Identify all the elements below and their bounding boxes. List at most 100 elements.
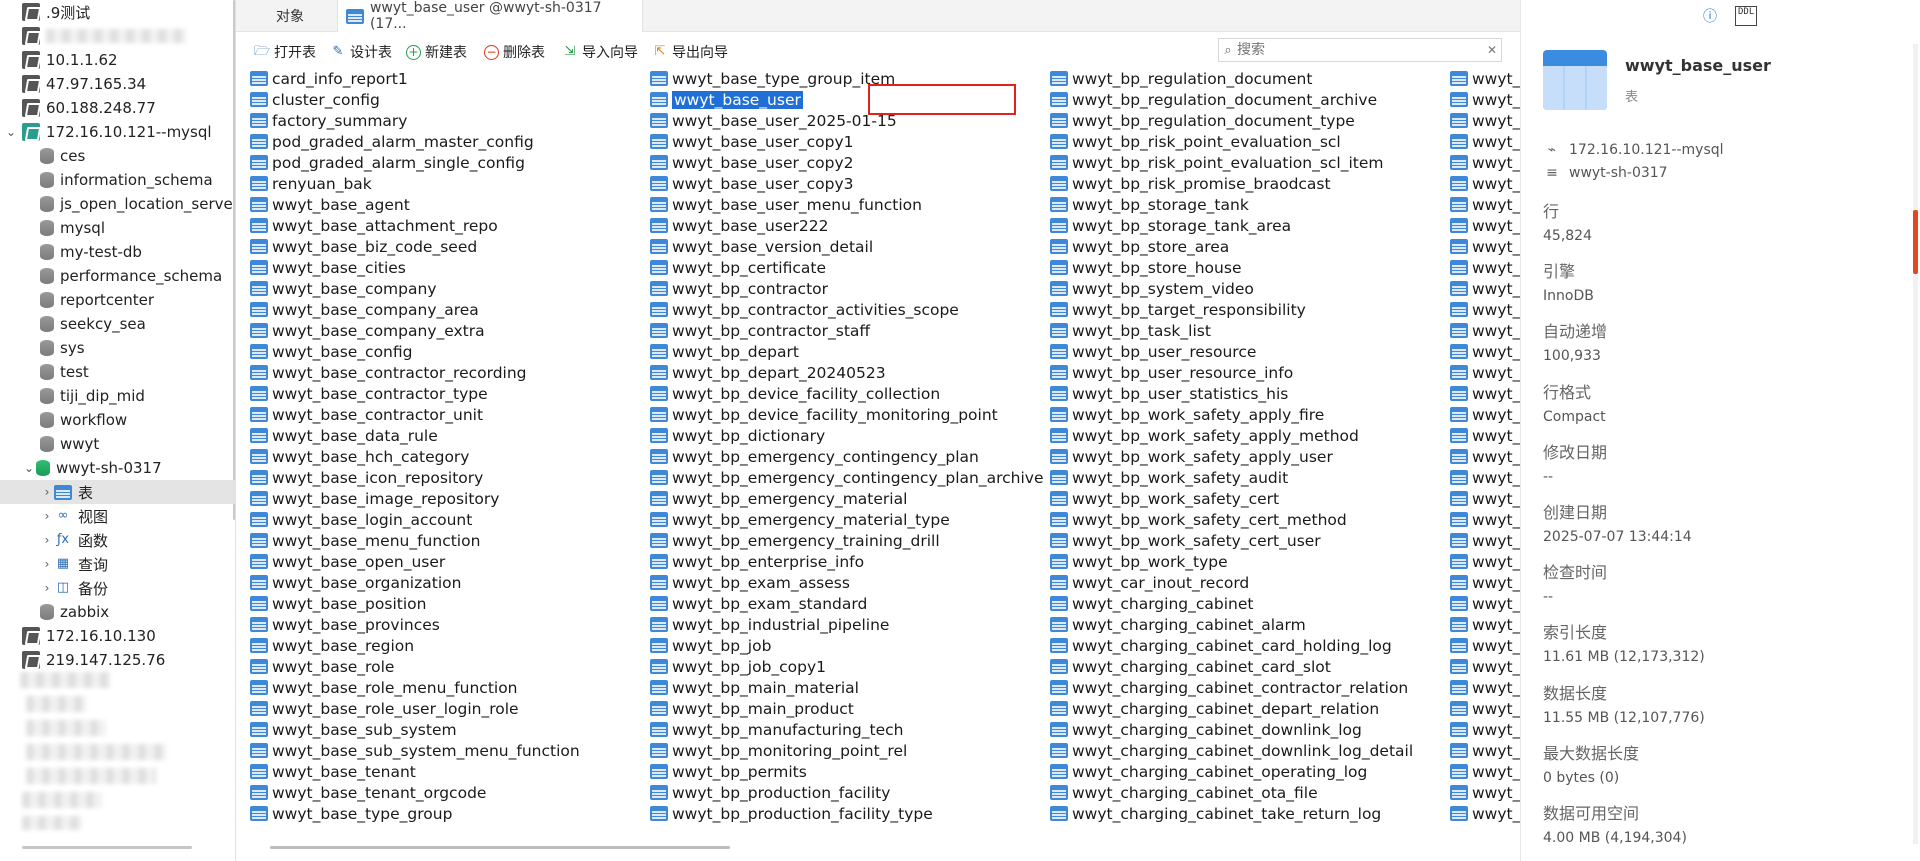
table-item[interactable]: wwyt_base_icon_repository <box>250 467 483 488</box>
table-item[interactable]: wwyt_base_contractor_type <box>250 383 488 404</box>
table-item[interactable]: wwyt_bp_main_material <box>650 677 859 698</box>
table-item[interactable]: wwyt_charging_cabinet <box>1050 593 1253 614</box>
object-group-view[interactable]: › ∞ 视图 <box>0 504 235 528</box>
info-scrollbar[interactable] <box>1913 210 1918 274</box>
table-item[interactable]: renyuan_bak <box>250 173 372 194</box>
table-item[interactable]: wwyt_base_tenant <box>250 761 416 782</box>
table-item[interactable]: wwyt_r <box>1450 341 1520 362</box>
table-item[interactable]: wwyt_base_user <box>650 89 803 110</box>
table-item[interactable]: wwyt_base_role_user_login_role <box>250 698 519 719</box>
table-item[interactable]: wwyt_bp_permits <box>650 761 807 782</box>
search-input[interactable] <box>1237 42 1483 58</box>
table-item[interactable]: wwyt_bp_work_safety_apply_method <box>1050 425 1359 446</box>
table-item[interactable]: wwyt_bp_regulation_document_archive <box>1050 89 1377 110</box>
chevron-right-icon[interactable]: › <box>40 509 54 523</box>
table-item[interactable]: wwyt_r <box>1450 404 1520 425</box>
clear-icon[interactable]: ✕ <box>1483 43 1501 57</box>
table-item[interactable]: wwyt_charging_cabinet_card_slot <box>1050 656 1331 677</box>
table-item[interactable]: wwyt_bp_manufacturing_tech <box>650 719 903 740</box>
object-group-table[interactable]: › 表 <box>0 480 235 504</box>
table-item[interactable]: wwyt_car_inout_record <box>1050 572 1249 593</box>
table-item[interactable]: wwyt_bp_dictionary <box>650 425 825 446</box>
table-item[interactable]: wwyt_base_sub_system <box>250 719 457 740</box>
table-item[interactable]: wwyt_bp_emergency_contingency_plan <box>650 446 979 467</box>
table-item[interactable]: wwyt_c <box>1450 89 1520 110</box>
table-item[interactable]: wwyt_bp_user_statistics_his <box>1050 383 1288 404</box>
table-item[interactable]: wwyt_c <box>1450 68 1520 89</box>
table-item[interactable]: wwyt_r <box>1450 509 1520 530</box>
table-item[interactable]: wwyt_base_company_area <box>250 299 479 320</box>
table-item[interactable]: wwyt_base_user_2025-01-15 <box>650 110 897 131</box>
object-group-function[interactable]: › ƒx 函数 <box>0 528 235 552</box>
table-item[interactable]: wwyt_r <box>1450 299 1520 320</box>
database-item[interactable]: ⌄ wwyt-sh-0317 <box>0 456 235 480</box>
design-table-button[interactable]: ✎ 设计表 <box>330 42 392 62</box>
export-wizard-button[interactable]: ⇱ 导出向导 <box>652 42 728 62</box>
table-item[interactable]: wwyt_base_menu_function <box>250 530 480 551</box>
table-item[interactable]: wwyt_base_type_group <box>250 803 452 824</box>
search-box[interactable]: ⌕ ✕ <box>1218 38 1502 62</box>
table-item[interactable]: wwyt_bp_emergency_training_drill <box>650 530 940 551</box>
table-item[interactable]: wwyt_bp_exam_assess <box>650 572 850 593</box>
table-item[interactable]: wwyt_bp_depart_20240523 <box>650 362 886 383</box>
table-item[interactable]: wwyt_bp_job <box>650 635 771 656</box>
table-item[interactable]: wwyt_r <box>1450 278 1520 299</box>
table-item[interactable]: wwyt_base_agent <box>250 194 410 215</box>
database-item[interactable]: workflow <box>0 408 235 432</box>
table-item[interactable]: wwyt_bp_depart <box>650 341 799 362</box>
table-item[interactable]: wwyt_r <box>1450 383 1520 404</box>
table-item[interactable]: wwyt_bp_work_safety_cert_method <box>1050 509 1347 530</box>
table-item[interactable]: wwyt_p <box>1450 761 1520 782</box>
table-item[interactable]: wwyt_base_contractor_recording <box>250 362 527 383</box>
table-item[interactable]: wwyt_charging_cabinet_card_holding_log <box>1050 635 1392 656</box>
table-item[interactable]: wwyt_p <box>1450 782 1520 803</box>
table-item[interactable]: wwyt_p <box>1450 530 1520 551</box>
table-item[interactable]: wwyt_r <box>1450 257 1520 278</box>
table-item[interactable]: wwyt_bp_user_resource_info <box>1050 362 1293 383</box>
table-item[interactable]: wwyt_r <box>1450 425 1520 446</box>
table-item[interactable]: wwyt_base_cities <box>250 257 406 278</box>
table-item[interactable]: wwyt_charging_cabinet_downlink_log <box>1050 719 1362 740</box>
table-item[interactable]: wwyt_bp_enterprise_info <box>650 551 864 572</box>
table-item[interactable]: wwyt_base_attachment_repo <box>250 215 498 236</box>
table-item[interactable]: wwyt_p <box>1450 698 1520 719</box>
table-item[interactable]: wwyt_bp_storage_tank_area <box>1050 215 1291 236</box>
table-item[interactable]: wwyt_base_version_detail <box>650 236 873 257</box>
table-item[interactable]: wwyt_bp_contractor_staff <box>650 320 870 341</box>
table-item[interactable]: wwyt_r <box>1450 446 1520 467</box>
table-item[interactable]: wwyt_bp_contractor <box>650 278 828 299</box>
table-item[interactable]: wwyt_p <box>1450 593 1520 614</box>
object-group-query[interactable]: › ▦ 查询 <box>0 552 235 576</box>
info-scrollbar-track[interactable] <box>1913 44 1918 844</box>
database-item[interactable]: tiji_dip_mid <box>0 384 235 408</box>
table-item[interactable]: wwyt_charging_cabinet_ota_file <box>1050 782 1318 803</box>
table-item[interactable]: wwyt_p <box>1450 803 1520 824</box>
grid-horizontal-scrollbar[interactable] <box>270 846 730 849</box>
table-item[interactable]: wwyt_bp_emergency_material <box>650 488 907 509</box>
table-item[interactable]: wwyt_p <box>1450 740 1520 761</box>
chevron-right-icon[interactable]: › <box>40 485 54 499</box>
table-item[interactable]: wwyt_base_contractor_unit <box>250 404 483 425</box>
database-item[interactable]: reportcenter <box>0 288 235 312</box>
table-item[interactable]: wwyt_bp_storage_tank <box>1050 194 1249 215</box>
table-item[interactable]: wwyt_base_open_user <box>250 551 445 572</box>
database-item[interactable]: ces <box>0 144 235 168</box>
table-item[interactable]: wwyt_bp_production_facility <box>650 782 890 803</box>
database-item[interactable]: my-test-db <box>0 240 235 264</box>
chevron-right-icon[interactable]: › <box>40 581 54 595</box>
table-item[interactable]: wwyt_charging_cabinet_depart_relation <box>1050 698 1379 719</box>
connection-item[interactable]: 10.1.1.62 <box>0 48 235 72</box>
table-item[interactable]: wwyt_p <box>1450 572 1520 593</box>
table-item[interactable]: wwyt_p <box>1450 614 1520 635</box>
table-item[interactable]: wwyt_bp_risk_point_evaluation_scl_item <box>1050 152 1384 173</box>
chevron-right-icon[interactable]: › <box>40 557 54 571</box>
table-item[interactable]: wwyt_base_user_copy2 <box>650 152 854 173</box>
table-item[interactable]: wwyt_p <box>1450 656 1520 677</box>
ddl-icon[interactable]: DDL <box>1735 6 1758 26</box>
table-item[interactable]: wwyt_charging_cabinet_downlink_log_detai… <box>1050 740 1413 761</box>
table-item[interactable]: wwyt_base_user_copy3 <box>650 173 854 194</box>
table-item[interactable]: wwyt_base_role_menu_function <box>250 677 518 698</box>
table-item[interactable]: wwyt_base_data_rule <box>250 425 438 446</box>
table-item[interactable]: wwyt_bp_store_area <box>1050 236 1229 257</box>
table-item[interactable]: wwyt_base_sub_system_menu_function <box>250 740 580 761</box>
